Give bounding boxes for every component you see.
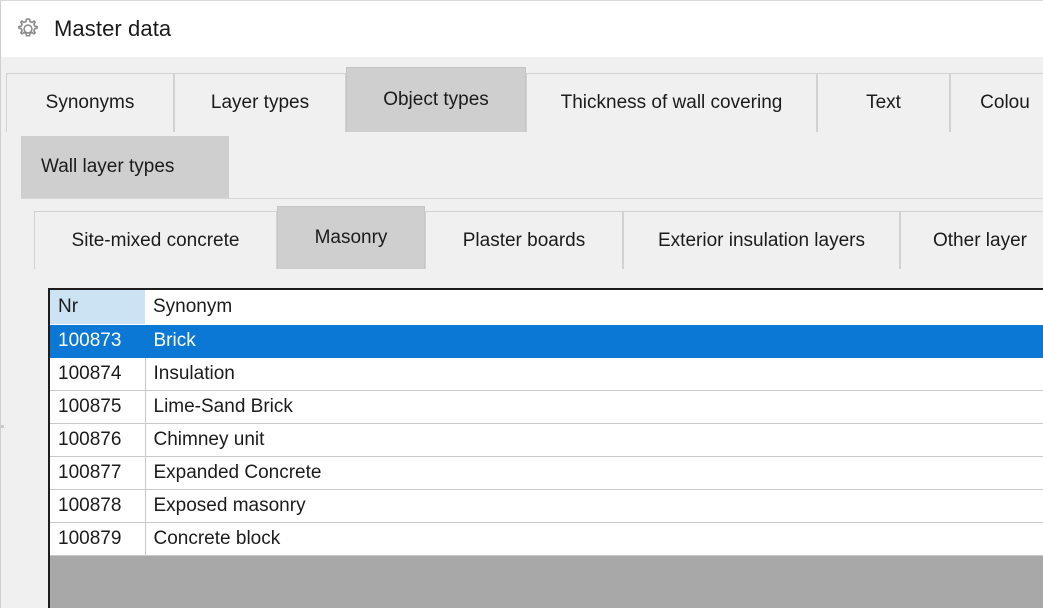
- cell-synonym: Lime-Sand Brick: [145, 390, 1043, 424]
- tab-thickness-of-wall-covering[interactable]: Thickness of wall covering: [526, 73, 817, 132]
- tab-layer-types[interactable]: Layer types: [174, 73, 346, 132]
- tab-exterior-insulation-layers[interactable]: Exterior insulation layers: [623, 211, 900, 269]
- master-data-window: Master data Synonyms Layer types Object …: [0, 0, 1043, 608]
- tab-label: Object types: [383, 89, 489, 110]
- table-row[interactable]: 100876 Chimney unit: [50, 423, 1043, 457]
- tabstrip-divider: [21, 198, 1043, 199]
- table-header: Nr Synonym: [50, 290, 1043, 325]
- tab-label: Plaster boards: [462, 229, 586, 251]
- window-body: Synonyms Layer types Object types Thickn…: [0, 57, 1043, 608]
- synonym-grid[interactable]: Nr Synonym 100873 Brick 100874 Insulatio…: [48, 288, 1043, 608]
- tertiary-tabstrip: Site-mixed concrete Masonry Plaster boar…: [1, 202, 1043, 272]
- tab-other-layers[interactable]: Other layer: [900, 211, 1043, 269]
- tab-label: Thickness of wall covering: [560, 92, 783, 113]
- table-row[interactable]: 100875 Lime-Sand Brick: [50, 390, 1043, 424]
- tab-label: Exterior insulation layers: [658, 229, 865, 251]
- cell-synonym: Brick: [145, 324, 1043, 358]
- window-title: Master data: [54, 16, 172, 41]
- cell-nr: 100875: [50, 390, 146, 424]
- tab-synonyms[interactable]: Synonyms: [6, 73, 174, 132]
- tab-label: Masonry: [314, 227, 388, 248]
- tab-label: Wall layer types: [41, 156, 175, 177]
- cell-nr: 100876: [50, 423, 146, 457]
- tab-object-types[interactable]: Object types: [346, 67, 526, 132]
- frame-edge-marker: [1, 425, 4, 428]
- cell-nr: 100873: [50, 324, 146, 358]
- tab-label: Synonyms: [45, 92, 135, 113]
- table-row[interactable]: 100878 Exposed masonry: [50, 489, 1043, 523]
- column-header-synonym[interactable]: Synonym: [145, 290, 1043, 325]
- tab-label: Site-mixed concrete: [71, 229, 240, 251]
- gear-icon: [15, 16, 41, 42]
- tab-colours[interactable]: Colou: [950, 73, 1043, 132]
- tab-plaster-boards[interactable]: Plaster boards: [425, 211, 623, 269]
- cell-synonym: Concrete block: [145, 522, 1043, 556]
- cell-synonym: Insulation: [145, 357, 1043, 391]
- cell-nr: 100874: [50, 357, 146, 391]
- tab-text[interactable]: Text: [817, 73, 950, 132]
- window-titlebar: Master data: [0, 0, 1043, 57]
- cell-synonym: Chimney unit: [145, 423, 1043, 457]
- cell-synonym: Expanded Concrete: [145, 456, 1043, 490]
- tab-label: Layer types: [210, 92, 310, 113]
- table-header-row: Nr Synonym: [50, 290, 1043, 325]
- tab-site-mixed-concrete[interactable]: Site-mixed concrete: [34, 211, 277, 269]
- table-body: 100873 Brick 100874 Insulation 100875 Li…: [50, 324, 1043, 556]
- tab-label: Other layer: [933, 229, 1027, 251]
- cell-nr: 100879: [50, 522, 146, 556]
- table-row[interactable]: 100874 Insulation: [50, 357, 1043, 391]
- tab-label: Colou: [980, 92, 1030, 113]
- tab-masonry[interactable]: Masonry: [277, 206, 425, 269]
- tab-label: Text: [866, 92, 901, 113]
- cell-nr: 100877: [50, 456, 146, 490]
- table-row[interactable]: 100879 Concrete block: [50, 522, 1043, 556]
- table-row[interactable]: 100877 Expanded Concrete: [50, 456, 1043, 490]
- primary-tabstrip: Synonyms Layer types Object types Thickn…: [1, 62, 1043, 132]
- tab-wall-layer-types[interactable]: Wall layer types: [21, 136, 229, 198]
- cell-nr: 100878: [50, 489, 146, 523]
- column-header-nr[interactable]: Nr: [50, 290, 145, 325]
- secondary-tabstrip: Wall layer types: [1, 127, 1043, 199]
- table-row[interactable]: 100873 Brick: [50, 324, 1043, 358]
- synonym-table: Nr Synonym 100873 Brick 100874 Insulatio…: [50, 290, 1043, 556]
- cell-synonym: Exposed masonry: [145, 489, 1043, 523]
